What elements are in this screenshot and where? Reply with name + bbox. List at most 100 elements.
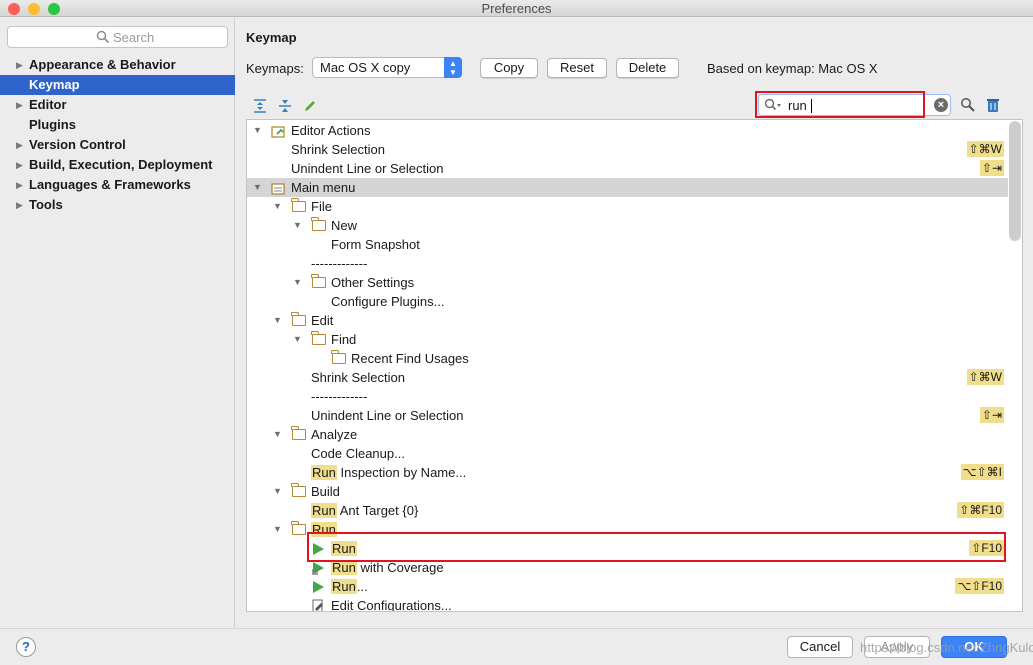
tree-row[interactable]: ▼ Main menu — [247, 178, 1008, 197]
collapse-arrow-icon[interactable]: ▼ — [273, 311, 282, 330]
folder-icon — [291, 521, 306, 535]
tree-row[interactable]: ▼ Edit — [247, 311, 1008, 330]
tree-row-text: Build — [311, 484, 340, 499]
tree-row-label: Run... — [331, 577, 368, 596]
window-title: Preferences — [481, 1, 552, 16]
tree-row-label: New — [331, 216, 357, 235]
tree-row[interactable]: ▼ Analyze — [247, 425, 1008, 444]
tree-row-text: Form Snapshot — [331, 237, 420, 252]
tree-row[interactable]: ▼ File — [247, 197, 1008, 216]
tree-row[interactable]: Shrink Selection ⇧⌘W — [247, 140, 1008, 159]
tree-row-label: Analyze — [311, 425, 357, 444]
expand-arrow-icon[interactable]: ▶ — [16, 155, 23, 175]
collapse-arrow-icon[interactable]: ▼ — [273, 520, 282, 539]
reset-button[interactable]: Reset — [547, 58, 607, 78]
cancel-button[interactable]: Cancel — [787, 636, 853, 658]
tree-row[interactable]: ▼ Other Settings — [247, 273, 1008, 292]
expand-arrow-icon[interactable]: ▶ — [16, 195, 23, 215]
search-placeholder: Search — [113, 30, 155, 45]
shortcut-badge: ⇧⌘F10 — [957, 502, 1004, 518]
sidebar-item-tools[interactable]: ▶ Tools — [0, 195, 235, 215]
tree-row[interactable]: Form Snapshot — [247, 235, 1008, 254]
folder-icon — [291, 426, 306, 440]
sidebar-item-languages-frameworks[interactable]: ▶ Languages & Frameworks — [0, 175, 235, 195]
tree-row[interactable]: ------------- — [247, 254, 1008, 273]
tree-row[interactable]: ▼ New — [247, 216, 1008, 235]
sidebar-item-appearance-behavior[interactable]: ▶ Appearance & Behavior — [0, 55, 235, 75]
tree-row[interactable]: ▼ Build — [247, 482, 1008, 501]
sidebar-item-build-execution-deployment[interactable]: ▶ Build, Execution, Deployment — [0, 155, 235, 175]
clear-filtering-trash-icon[interactable] — [985, 97, 1001, 113]
tree-row-text: Code Cleanup... — [311, 446, 405, 461]
tree-row-text: ... — [356, 579, 368, 594]
folder-icon — [331, 350, 346, 364]
tree-row[interactable]: Configure Plugins... — [247, 292, 1008, 311]
collapse-arrow-icon[interactable]: ▼ — [293, 273, 302, 292]
tree-row-text: Analyze — [311, 427, 358, 442]
collapse-arrow-icon[interactable]: ▼ — [273, 482, 282, 501]
tree-row[interactable]: ------------- — [247, 387, 1008, 406]
tree-row[interactable]: Run Inspection by Name... ⌥⇧⌘I — [247, 463, 1008, 482]
expand-arrow-icon[interactable]: ▶ — [16, 175, 23, 195]
expand-arrow-icon[interactable]: ▶ — [16, 95, 23, 115]
sidebar-item-keymap[interactable]: Keymap — [0, 75, 235, 95]
preferences-window: Preferences Search ▶ Appearance & Behavio… — [0, 0, 1033, 665]
tree-row[interactable]: ▼ Editor Actions — [247, 121, 1008, 140]
tree-row-label: Edit — [311, 311, 333, 330]
tree-row-label: Form Snapshot — [331, 235, 420, 254]
tree-row-label: Unindent Line or Selection — [291, 159, 444, 178]
keymap-select[interactable]: Mac OS X copy ▲ ▼ — [312, 57, 462, 78]
sidebar-item-version-control[interactable]: ▶ Version Control — [0, 135, 235, 155]
collapse-arrow-icon[interactable]: ▼ — [253, 121, 262, 140]
run-row-highlight-annotation — [307, 532, 1006, 562]
tree-row[interactable]: Run Ant Target {0} ⇧⌘F10 — [247, 501, 1008, 520]
sidebar-item-editor[interactable]: ▶ Editor — [0, 95, 235, 115]
expand-arrow-icon[interactable]: ▶ — [16, 135, 23, 155]
tree-row-text: Other Settings — [331, 275, 415, 290]
help-button[interactable]: ? — [16, 637, 36, 657]
shortcut-badge: ⇧⌘W — [966, 369, 1004, 385]
expand-arrow-icon[interactable]: ▶ — [16, 55, 23, 75]
tree-row-label: ------------- — [311, 254, 367, 273]
tree-row[interactable]: Edit Configurations... — [247, 596, 1008, 611]
collapse-arrow-icon[interactable]: ▼ — [273, 425, 282, 444]
find-by-shortcut-icon[interactable] — [960, 97, 976, 113]
tree-row-text: Main menu — [291, 180, 356, 195]
collapse-arrow-icon[interactable]: ▼ — [293, 216, 302, 235]
search-match-highlight: Run — [311, 503, 337, 518]
title-bar: Preferences — [0, 0, 1033, 17]
watermark-text: https://blog.csdn.net/ZhngKulong — [860, 640, 1033, 655]
tree-row[interactable]: Unindent Line or Selection ⇧⇥ — [247, 406, 1008, 425]
collapse-arrow-icon[interactable]: ▼ — [293, 330, 302, 349]
edit-config-icon — [311, 599, 325, 611]
collapse-all-icon[interactable] — [277, 98, 293, 114]
tree-row[interactable]: Unindent Line or Selection ⇧⇥ — [247, 159, 1008, 178]
search-match-highlight: Run — [331, 579, 357, 594]
tree-row[interactable]: Run... ⌥⇧F10 — [247, 577, 1008, 596]
tree-row-label: File — [311, 197, 332, 216]
tree-row[interactable]: ▼ Find — [247, 330, 1008, 349]
tree-row-text: Find — [331, 332, 357, 347]
tree-scrollbar[interactable] — [1009, 121, 1021, 241]
sidebar-item-plugins[interactable]: Plugins — [0, 115, 235, 135]
tree-row[interactable]: Recent Find Usages — [247, 349, 1008, 368]
sidebar-item-label: Plugins — [29, 117, 76, 132]
delete-button[interactable]: Delete — [616, 58, 679, 78]
tree-row[interactable]: Shrink Selection ⇧⌘W — [247, 368, 1008, 387]
tree-row-label: Shrink Selection — [311, 368, 405, 387]
sidebar-item-label: Keymap — [29, 77, 80, 92]
edit-shortcut-icon[interactable] — [302, 98, 318, 114]
copy-button[interactable]: Copy — [480, 58, 538, 78]
keymaps-label: Keymaps: — [246, 61, 304, 76]
collapse-arrow-icon[interactable]: ▼ — [253, 178, 262, 197]
tree-row[interactable]: Code Cleanup... — [247, 444, 1008, 463]
page-title: Keymap — [246, 30, 297, 45]
sidebar-item-label: Version Control — [29, 137, 126, 152]
collapse-arrow-icon[interactable]: ▼ — [273, 197, 282, 216]
based-on-keymap-text: Based on keymap: Mac OS X — [707, 61, 878, 76]
settings-search-input[interactable]: Search — [7, 26, 228, 48]
expand-all-icon[interactable] — [252, 98, 268, 114]
run-icon — [311, 580, 325, 594]
tree-row-label: Build — [311, 482, 340, 501]
clear-filter-icon[interactable]: × — [934, 98, 948, 112]
